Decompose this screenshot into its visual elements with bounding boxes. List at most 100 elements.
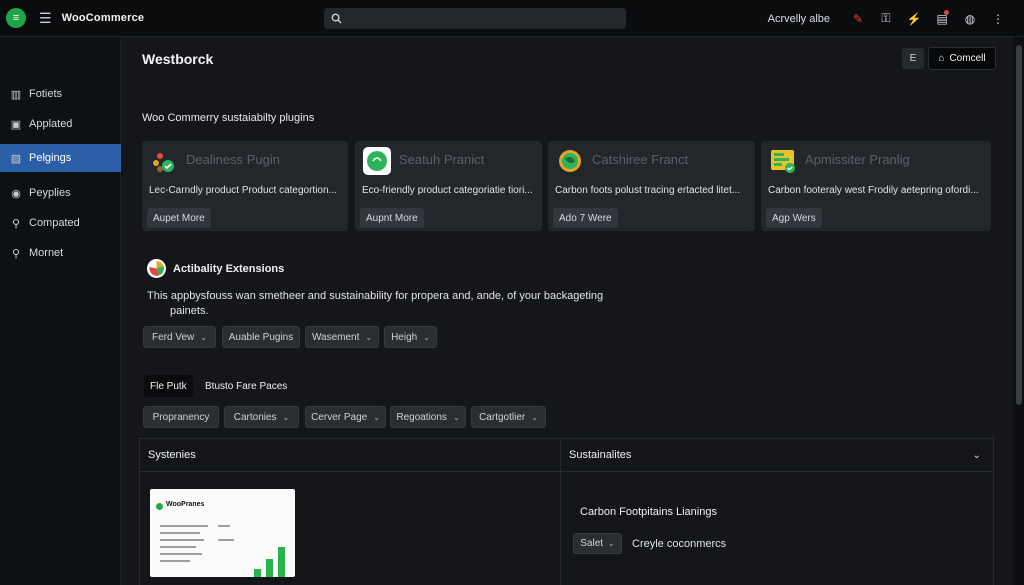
sidebar-item-label: Applated	[29, 118, 73, 130]
woo-logo-icon	[156, 503, 163, 510]
card-title: Dealiness Pugin	[186, 152, 280, 167]
notification-icon[interactable]: ▤	[928, 9, 956, 26]
small-action-button[interactable]: E	[902, 48, 924, 69]
thumbnail-bar	[254, 569, 261, 577]
help-icon[interactable]: ◍	[956, 12, 984, 26]
filter-dropdown[interactable]: Regoations ⌄	[390, 406, 466, 428]
filter-dropdown[interactable]: Propranency	[143, 406, 219, 428]
card-description: Carbon foots polust tracing ertacted lit…	[555, 185, 741, 196]
document-icon: ▣	[10, 118, 22, 131]
learn-more-button[interactable]: Aupet More	[147, 208, 211, 228]
bar-chart-icon: ▥	[10, 88, 22, 101]
select-dropdown[interactable]: Salet ⌄	[573, 533, 622, 554]
plugin-card[interactable]: Dealiness Pugin Lec-Carndly product Prod…	[142, 141, 348, 231]
plugin-card[interactable]: Apmissiter Pranlig Carbon footeraly west…	[761, 141, 991, 231]
thumbnail-text-line	[160, 553, 202, 555]
chevron-down-icon: ⌄	[200, 332, 207, 342]
thumbnail-bar	[266, 559, 273, 577]
chevron-down-icon[interactable]: ⌄	[973, 450, 981, 461]
filter-label: Auable Pugins	[228, 331, 294, 343]
chevron-down-icon: ⌄	[373, 412, 380, 422]
search-bar[interactable]	[324, 8, 626, 29]
chevron-down-icon: ⌄	[531, 412, 538, 422]
globe-icon	[556, 147, 584, 175]
search-icon: ⚲	[11, 247, 21, 260]
leaf-badge-icon	[150, 147, 178, 175]
home-icon: ⌂	[938, 53, 945, 64]
chevron-down-icon: ⌄	[608, 539, 615, 548]
sidebar-item-applated[interactable]: ▣ Applated	[0, 110, 121, 138]
cancel-button[interactable]: ⌂ Comcell	[928, 47, 996, 70]
sidebar-item-peyplies[interactable]: ◉ Peyplies	[0, 179, 121, 207]
top-actions: Acrvelly albe ✎ ⚿ ⚡ ▤ ◍ ⋮	[768, 0, 1012, 37]
status-text: Acrvelly albe	[767, 12, 830, 25]
filter-label: Propranency	[152, 411, 210, 423]
chevron-down-icon: ⌄	[365, 332, 373, 342]
filter-dropdown[interactable]: Wasement ⌄	[305, 326, 379, 348]
card-description: Carbon footeraly west Frodily aetepring …	[768, 185, 979, 196]
section-heading: Woo Commerry sustaiabilty plugins	[142, 112, 315, 124]
circle-info-icon: ◉	[11, 187, 21, 200]
tab-file-putk[interactable]: Fle Putk	[144, 375, 193, 397]
panel-header: Systenies	[140, 439, 560, 472]
select-value: Salet	[580, 538, 604, 549]
cancel-label: Comcell	[949, 53, 986, 64]
card-title: Seatuh Pranict	[399, 152, 485, 167]
thumbnail-text-line	[160, 546, 196, 548]
sidebar-item-label: Compated	[29, 217, 80, 229]
filter-dropdown[interactable]: Ferd Vew ⌄	[143, 326, 216, 348]
card-description: Eco-friendly product categoriatie tiori.…	[362, 185, 533, 196]
more-icon[interactable]: ⋮	[984, 12, 1012, 26]
filter-label: Regoations	[396, 411, 447, 423]
extensions-title: Actibality Extensions	[173, 263, 285, 275]
sidebar-item-fotiets[interactable]: ▥ Fotiets	[0, 80, 121, 108]
preview-thumbnail[interactable]: WooPranes	[150, 489, 295, 577]
chevron-down-icon: ⌄	[423, 332, 430, 342]
sidebar-item-mornet[interactable]: ⚲ Mornet	[0, 239, 121, 267]
lock-icon[interactable]: ⚿	[872, 11, 900, 26]
filter-label: Wasement	[311, 331, 360, 343]
scrollbar[interactable]	[1014, 37, 1024, 585]
sidebar: ▥ Fotiets ▣ Applated ▧ Pelgings ◉ Peypli…	[0, 37, 127, 585]
card-description: Lec-Carndly product Product categortion.…	[149, 185, 337, 196]
chevron-down-icon: ⌄	[282, 412, 290, 422]
carbon-footprint-heading: Carbon Footpitains Lianings	[580, 506, 717, 518]
learn-more-button[interactable]: Aupnt More	[360, 208, 424, 228]
filter-dropdown[interactable]: Auable Pugins	[222, 326, 300, 348]
brand-name: WooCommerce	[61, 12, 145, 24]
learn-more-button[interactable]: Agp Wers	[766, 208, 822, 228]
plugin-card[interactable]: Seatuh Pranict Eco-friendly product cate…	[355, 141, 542, 231]
card-title: Catshiree Franct	[592, 152, 689, 167]
filter-label: Ferd Vew	[152, 331, 195, 343]
filter-label: Cartgotlier	[479, 411, 526, 423]
tab-btusto-fare-paces[interactable]: Btusto Fare Paces	[199, 375, 293, 397]
sidebar-item-label: Pelgings	[29, 152, 72, 164]
plugin-card[interactable]: Catshiree Franct Carbon foots polust tra…	[548, 141, 755, 231]
filter-dropdown[interactable]: Cerver Page ⌄	[305, 406, 386, 428]
sidebar-item-label: Fotiets	[29, 88, 63, 100]
thumbnail-text-line	[160, 539, 204, 541]
filter-dropdown[interactable]: Cartgotlier ⌄	[471, 406, 546, 428]
thumbnail-text-line	[218, 539, 234, 541]
search-input[interactable]	[348, 12, 618, 25]
extensions-logo-icon	[147, 259, 166, 278]
filter-dropdown[interactable]: Heigh ⌄	[384, 326, 437, 348]
sidebar-item-compated[interactable]: ⚲ Compated	[0, 209, 121, 237]
pen-icon[interactable]: ✎	[844, 12, 872, 26]
hamburger-icon[interactable]: ☰	[39, 10, 52, 27]
bolt-icon[interactable]: ⚡	[900, 12, 928, 26]
app-menu-icon[interactable]: ≡	[6, 8, 26, 28]
thumbnail-title: WooPranes	[166, 501, 205, 508]
sidebar-item-pelgings[interactable]: ▧ Pelgings	[0, 144, 127, 172]
filter-dropdown[interactable]: Cartonies ⌄	[224, 406, 299, 428]
pin-icon: ⚲	[11, 217, 21, 230]
systems-panel: Systenies WooPranes	[139, 438, 560, 585]
learn-more-button[interactable]: Ado 7 Were	[553, 208, 618, 228]
thumbnail-bar	[278, 547, 285, 577]
scrollbar-thumb[interactable]	[1016, 45, 1022, 405]
panel-header: Sustainalites	[561, 439, 993, 472]
thumbnail-text-line	[160, 525, 208, 527]
filter-label: Heigh	[391, 331, 418, 343]
extensions-description-cont: painets.	[170, 305, 209, 317]
plugins-icon: ▧	[10, 152, 22, 165]
